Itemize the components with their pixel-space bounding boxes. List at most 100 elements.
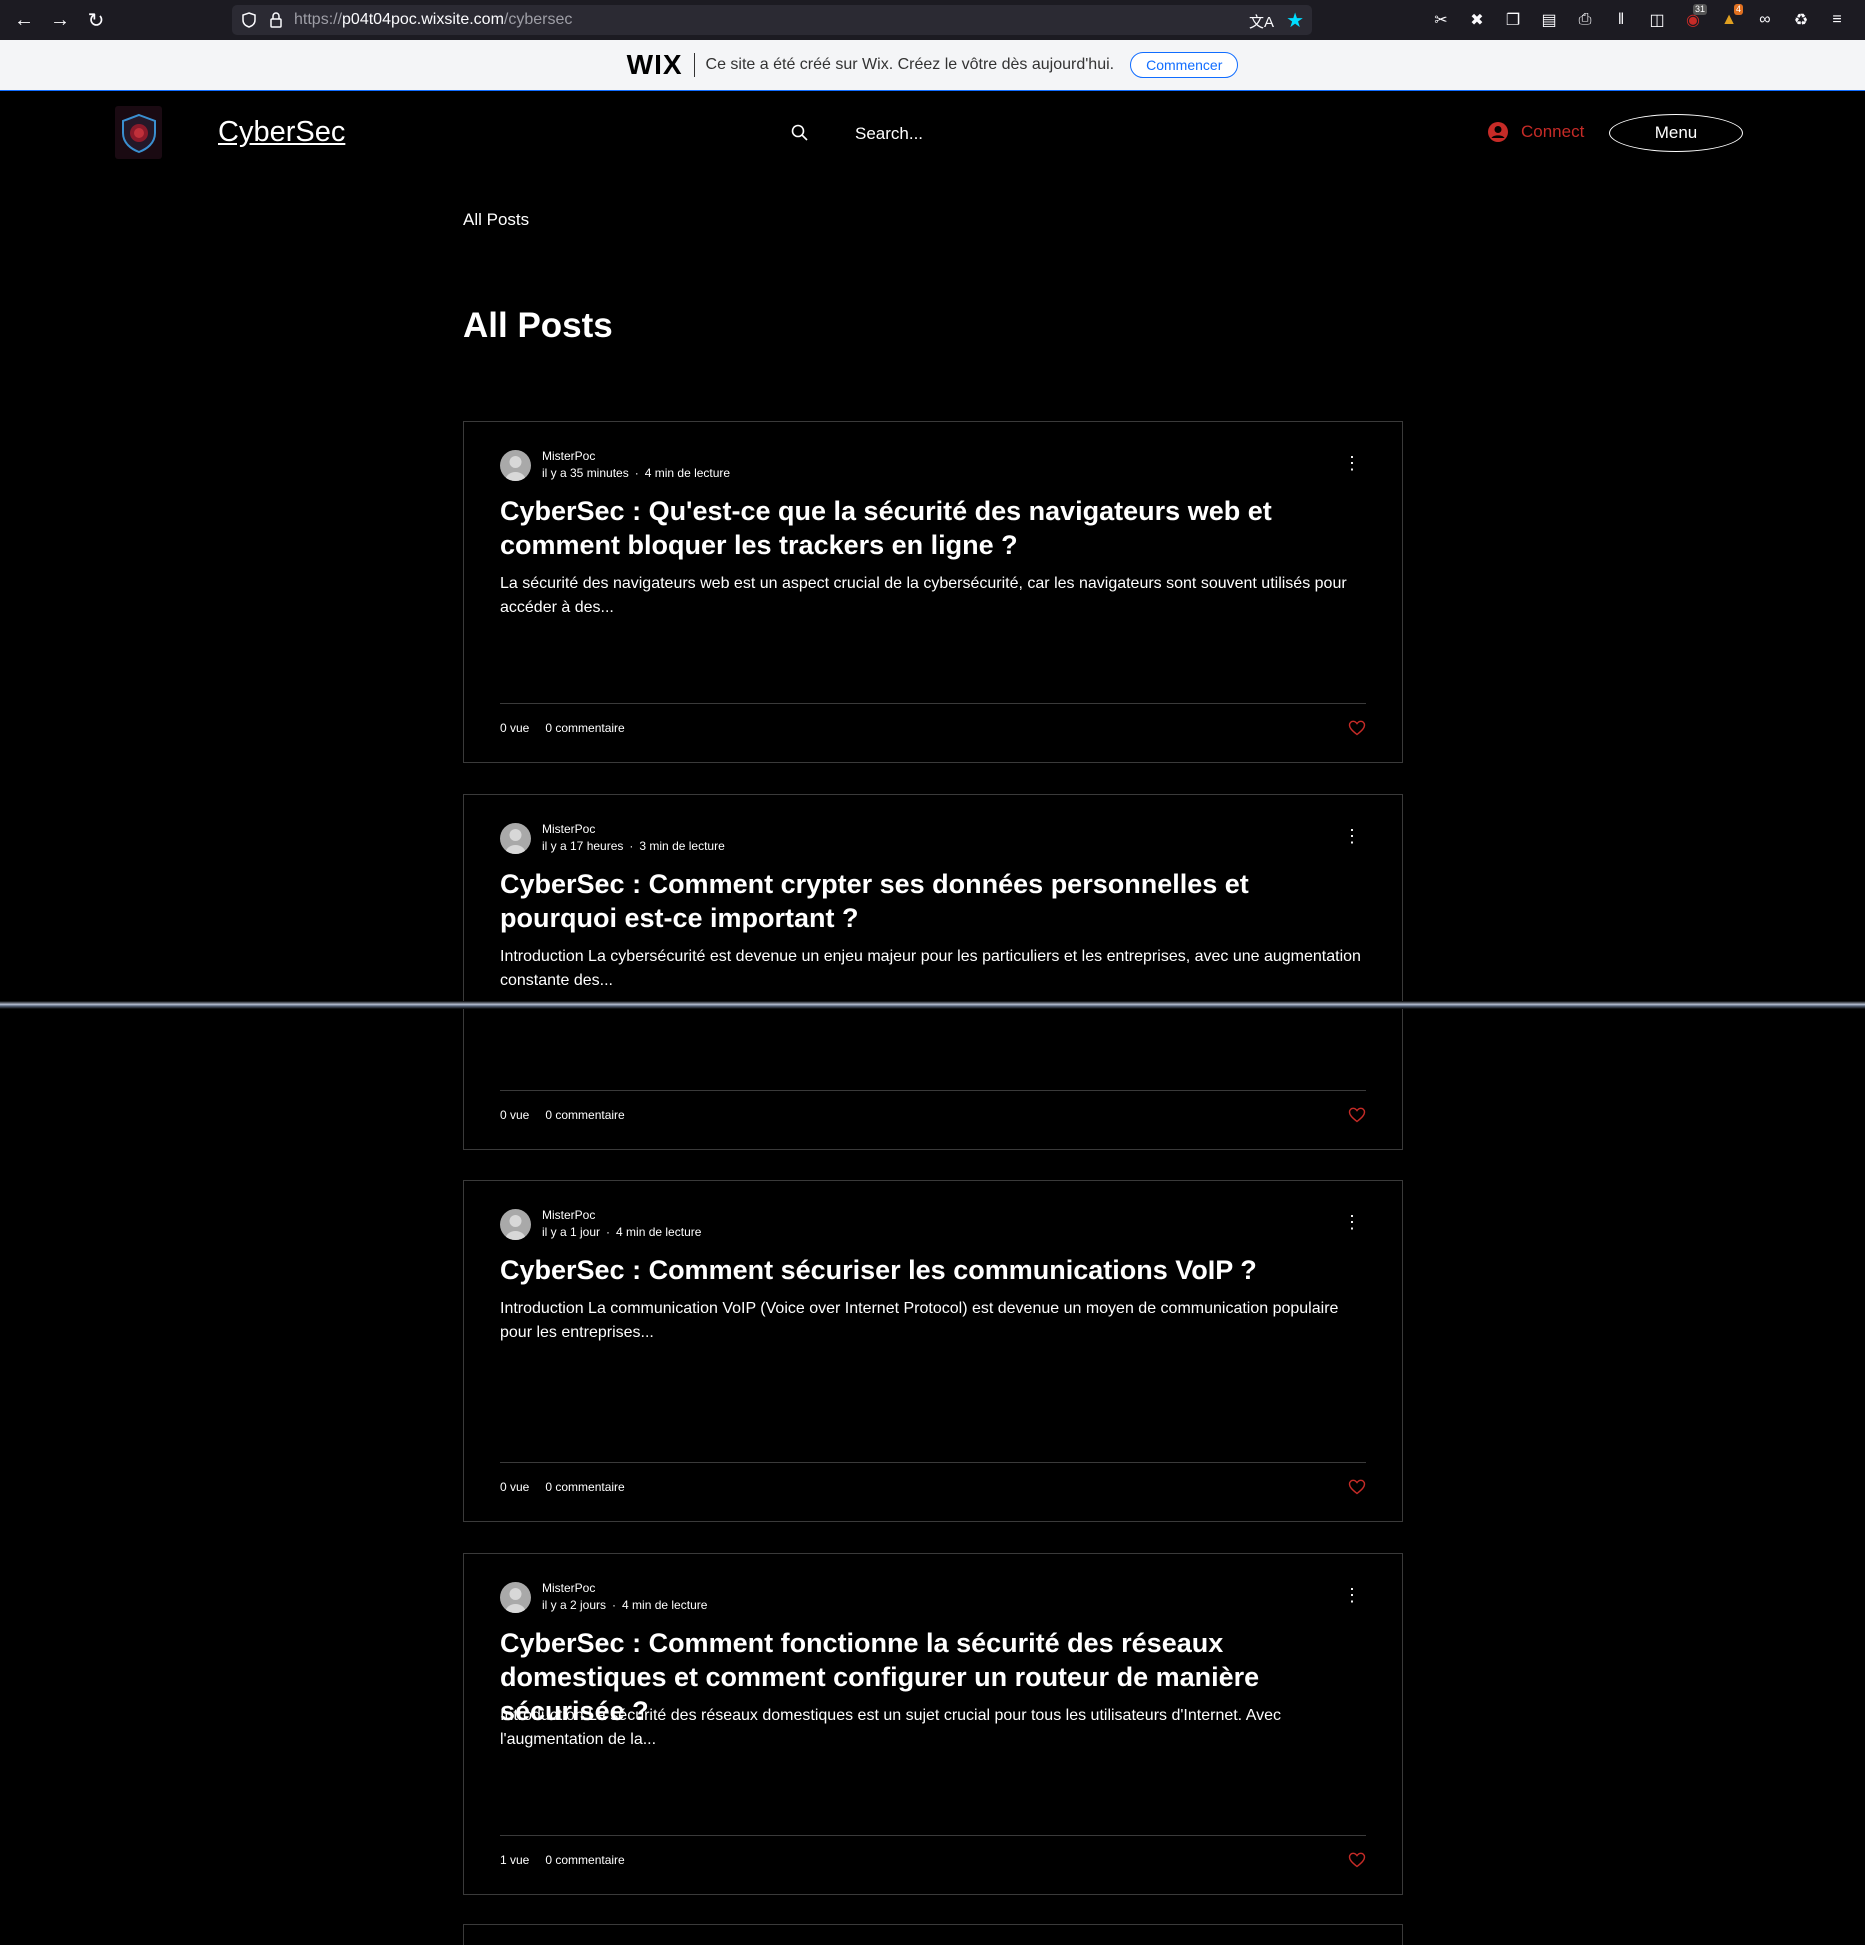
hamburger-menu-icon[interactable]: ≡ bbox=[1819, 2, 1855, 38]
heart-icon[interactable] bbox=[1348, 1851, 1366, 1869]
post-time: il y a 17 heures bbox=[542, 839, 624, 853]
ublock-extension-icon[interactable]: ◉ 31 bbox=[1675, 2, 1711, 38]
views-count: 0 vue bbox=[500, 1480, 530, 1494]
more-options-icon[interactable]: ⋮ bbox=[1342, 827, 1362, 847]
screenshot-seam bbox=[0, 1001, 1865, 1009]
shield-icon[interactable] bbox=[242, 12, 256, 28]
bookmark-star-icon[interactable]: ★ bbox=[1286, 8, 1304, 33]
url-path: /cybersec bbox=[503, 11, 573, 28]
post-card[interactable]: MisterPoc il y a 2 jours · 4 min de lectur… bbox=[463, 1553, 1403, 1895]
views-count: 1 vue bbox=[500, 1853, 530, 1867]
heart-icon[interactable] bbox=[1348, 1478, 1366, 1496]
screenshot-icon[interactable]: ✂ bbox=[1423, 2, 1459, 38]
read-time: 4 min de lecture bbox=[644, 466, 731, 480]
page-title: All Posts bbox=[463, 306, 613, 345]
read-time: 4 min de lecture bbox=[616, 1225, 702, 1239]
author-avatar[interactable] bbox=[500, 1581, 531, 1613]
search-input[interactable]: Search... bbox=[855, 124, 923, 144]
author-name[interactable]: MisterPoc bbox=[542, 448, 730, 465]
post-excerpt[interactable]: Introduction La cybersécurité est devenu… bbox=[500, 945, 1370, 993]
breadcrumb-all-posts[interactable]: All Posts bbox=[463, 210, 529, 230]
wix-banner: WIX Ce site a été créé sur Wix. Créez le… bbox=[0, 40, 1865, 91]
site-logo[interactable] bbox=[115, 106, 162, 159]
views-count: 0 vue bbox=[500, 1108, 530, 1122]
author-avatar[interactable] bbox=[500, 1208, 531, 1240]
post-stats: 0 vue 0 commentaire bbox=[500, 1480, 625, 1494]
heart-icon[interactable] bbox=[1348, 1106, 1366, 1124]
wix-logo[interactable]: WIX bbox=[627, 49, 683, 81]
dot-separator: · bbox=[606, 1225, 611, 1239]
read-time: 3 min de lecture bbox=[639, 839, 725, 853]
post-stats: 0 vue 0 commentaire bbox=[500, 1108, 625, 1122]
site-title[interactable]: CyberSec bbox=[218, 116, 345, 149]
author-name[interactable]: MisterPoc bbox=[542, 1207, 701, 1224]
lock-icon[interactable] bbox=[270, 12, 282, 28]
post-title[interactable]: CyberSec : Comment crypter ses données p… bbox=[500, 867, 1370, 935]
menu-button[interactable]: Menu bbox=[1609, 114, 1743, 152]
wix-separator bbox=[693, 53, 695, 77]
post-header: MisterPoc il y a 17 heures · 3 min de lect… bbox=[500, 821, 725, 855]
heart-icon[interactable] bbox=[1348, 719, 1366, 737]
reload-icon[interactable]: ↻ bbox=[78, 2, 114, 38]
comments-count[interactable]: 0 commentaire bbox=[545, 1108, 624, 1122]
dot-separator: · bbox=[629, 839, 634, 853]
post-divider bbox=[500, 1090, 1366, 1091]
post-divider bbox=[500, 703, 1366, 704]
connect-button[interactable]: Connect bbox=[1487, 121, 1584, 143]
browser-toolbar: ← → ↻ https://p04t04poc.wixsite.com/cybe… bbox=[0, 0, 1865, 40]
post-divider bbox=[500, 1462, 1366, 1463]
extension-badge: 31 bbox=[1692, 4, 1707, 15]
sidebar-icon[interactable]: ◫ bbox=[1639, 2, 1675, 38]
post-card[interactable]: MisterPoc il y a 35 minutes · 4 min de lec… bbox=[463, 421, 1403, 763]
url-text: https://p04t04poc.wixsite.com/cybersec bbox=[294, 11, 572, 29]
extension-icon[interactable]: ▲ 4 bbox=[1711, 2, 1747, 38]
cut-icon[interactable]: ✖ bbox=[1459, 2, 1495, 38]
post-excerpt[interactable]: Introduction La communication VoIP (Voic… bbox=[500, 1297, 1370, 1345]
copy-icon[interactable]: ❐ bbox=[1495, 2, 1531, 38]
comments-count[interactable]: 0 commentaire bbox=[545, 1853, 624, 1867]
print-icon[interactable]: ⎙ bbox=[1567, 2, 1603, 38]
author-avatar[interactable] bbox=[500, 822, 531, 854]
post-divider bbox=[500, 1835, 1366, 1836]
author-name[interactable]: MisterPoc bbox=[542, 1580, 707, 1597]
library-icon[interactable]: ‖ bbox=[1603, 2, 1639, 38]
toolbar-icons: ✂ ✖ ❐ ▤ ⎙ ‖ ◫ ◉ 31 ▲ 4 ∞ ♻ ≡ bbox=[1423, 0, 1855, 40]
post-title[interactable]: CyberSec : Qu'est-ce que la sécurité des… bbox=[500, 494, 1370, 562]
mask-icon[interactable]: ∞ bbox=[1747, 2, 1783, 38]
comments-count[interactable]: 0 commentaire bbox=[545, 721, 624, 735]
post-card[interactable]: MisterPoc il y a 1 jour · 4 min de lecture… bbox=[463, 1180, 1403, 1522]
post-card[interactable]: MisterPoc il y a 17 heures · 3 min de lect… bbox=[463, 794, 1403, 1150]
post-stats: 1 vue 0 commentaire bbox=[500, 1853, 625, 1867]
comments-count[interactable]: 0 commentaire bbox=[545, 1480, 624, 1494]
post-title[interactable]: CyberSec : Comment sécuriser les communi… bbox=[500, 1253, 1370, 1287]
post-excerpt[interactable]: La sécurité des navigateurs web est un a… bbox=[500, 572, 1370, 620]
post-header: MisterPoc il y a 1 jour · 4 min de lecture bbox=[500, 1207, 701, 1241]
clipboard-icon[interactable]: ▤ bbox=[1531, 2, 1567, 38]
author-name[interactable]: MisterPoc bbox=[542, 821, 725, 838]
search-icon[interactable] bbox=[790, 123, 810, 143]
more-options-icon[interactable]: ⋮ bbox=[1342, 1213, 1362, 1233]
forward-icon[interactable]: → bbox=[42, 2, 78, 38]
connect-label: Connect bbox=[1521, 122, 1585, 141]
url-scheme: https:// bbox=[294, 11, 343, 28]
more-options-icon[interactable]: ⋮ bbox=[1342, 1586, 1362, 1606]
url-host: p04t04poc.wixsite.com bbox=[342, 11, 504, 28]
extension-badge: 4 bbox=[1733, 4, 1743, 15]
shield-logo-icon bbox=[121, 113, 156, 153]
translate-icon[interactable]: 文A bbox=[1249, 11, 1274, 32]
url-bar[interactable]: https://p04t04poc.wixsite.com/cybersec 文… bbox=[232, 5, 1312, 35]
author-avatar[interactable] bbox=[500, 449, 531, 481]
post-card-partial[interactable] bbox=[463, 1924, 1403, 1945]
start-button[interactable]: Commencer bbox=[1130, 52, 1239, 78]
extensions-puzzle-icon[interactable]: ♻ bbox=[1783, 2, 1819, 38]
post-time: il y a 2 jours bbox=[542, 1598, 607, 1612]
back-icon[interactable]: ← bbox=[6, 2, 42, 38]
post-stats: 0 vue 0 commentaire bbox=[500, 721, 625, 735]
more-options-icon[interactable]: ⋮ bbox=[1342, 454, 1362, 474]
post-time: il y a 35 minutes bbox=[542, 466, 629, 480]
post-excerpt[interactable]: Introduction La sécurité des réseaux dom… bbox=[500, 1704, 1370, 1752]
wix-banner-text: Ce site a été créé sur Wix. Créez le vôt… bbox=[705, 56, 1115, 73]
dot-separator: · bbox=[612, 1598, 617, 1612]
post-time: il y a 1 jour bbox=[542, 1225, 601, 1239]
post-header: MisterPoc il y a 35 minutes · 4 min de lec… bbox=[500, 448, 730, 482]
